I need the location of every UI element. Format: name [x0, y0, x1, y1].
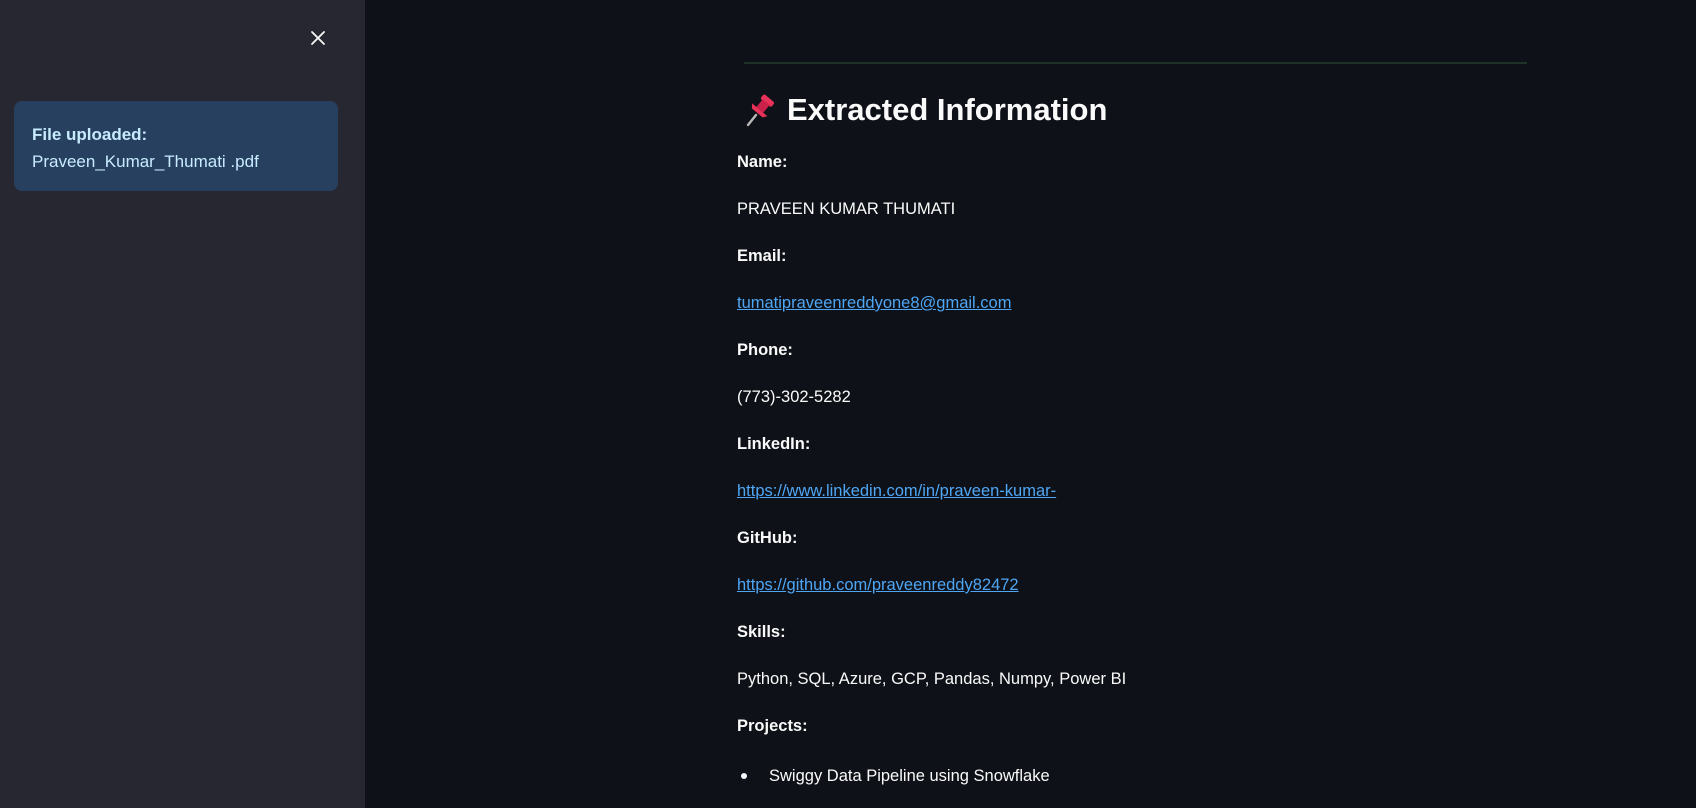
divider	[744, 62, 1527, 64]
github-label: GitHub:	[737, 529, 798, 547]
list-item: Swiggy Data Pipeline using Snowflake	[769, 767, 1050, 785]
name-value: PRAVEEN KUMAR THUMATI	[737, 200, 956, 218]
phone-label: Phone:	[737, 341, 793, 359]
alert-title: File uploaded:	[32, 125, 148, 144]
email-link[interactable]: tumatipraveenreddyone8@gmail.com	[737, 291, 1011, 315]
name-label: Name:	[737, 153, 788, 171]
close-icon	[311, 31, 325, 45]
email-label: Email:	[737, 247, 787, 265]
app-root: File uploaded: Praveen_Kumar_Thumati .pd…	[0, 0, 1696, 808]
close-sidebar-button[interactable]	[306, 26, 330, 50]
projects-label: Projects:	[737, 717, 808, 735]
heading-text: Extracted Information	[787, 92, 1108, 127]
linkedin-label: LinkedIn:	[737, 435, 811, 453]
main-content: Extracted Information Name: PRAVEEN KUMA…	[365, 0, 1696, 808]
sidebar: File uploaded: Praveen_Kumar_Thumati .pd…	[0, 0, 365, 808]
page-heading: Extracted Information	[743, 86, 1107, 134]
upload-success-alert: File uploaded: Praveen_Kumar_Thumati .pd…	[14, 101, 338, 191]
phone-value: (773)-302-5282	[737, 388, 851, 406]
alert-filename: Praveen_Kumar_Thumati .pdf	[32, 152, 259, 171]
skills-label: Skills:	[737, 623, 786, 641]
github-link[interactable]: https://github.com/praveenreddy82472	[737, 573, 1019, 597]
list-bullet	[741, 773, 747, 779]
pushpin-icon	[743, 92, 777, 128]
skills-value: Python, SQL, Azure, GCP, Pandas, Numpy, …	[737, 670, 1127, 688]
linkedin-link[interactable]: https://www.linkedin.com/in/praveen-kuma…	[737, 479, 1056, 503]
